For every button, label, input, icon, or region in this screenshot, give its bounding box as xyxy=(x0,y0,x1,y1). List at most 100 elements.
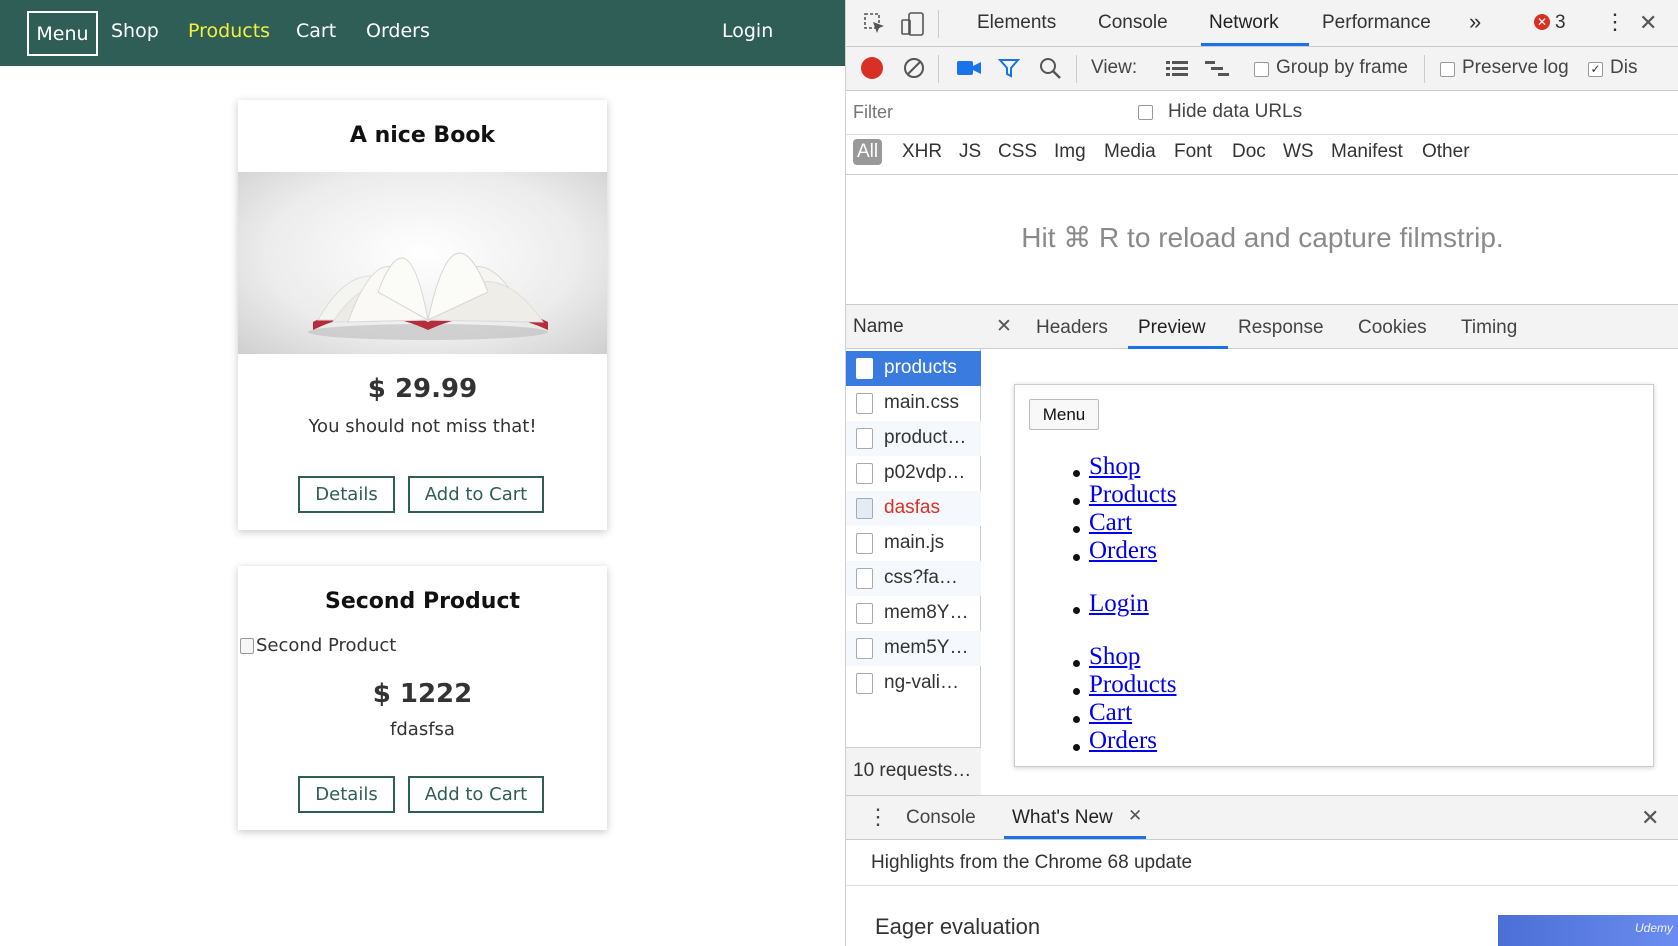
type-filter-other[interactable]: Other xyxy=(1422,141,1470,163)
type-filter-manifest[interactable]: Manifest xyxy=(1331,141,1403,163)
error-icon[interactable]: ✕ xyxy=(1534,14,1550,30)
file-icon xyxy=(856,428,873,449)
close-drawer-icon[interactable]: ✕ xyxy=(1641,805,1659,831)
broken-image: Second Product xyxy=(240,635,396,656)
disable-cache-checkbox[interactable]: ✓ xyxy=(1588,62,1603,77)
preview-link-cart[interactable]: Cart xyxy=(1089,509,1132,537)
preview-link-orders[interactable]: Orders xyxy=(1089,727,1157,755)
tab-elements[interactable]: Elements xyxy=(977,12,1056,34)
image-alt-text: Second Product xyxy=(256,635,397,656)
filter-input[interactable] xyxy=(853,98,1113,127)
product-card: A nice Book $ 29.99 You should not miss … xyxy=(238,100,607,530)
nav-link-shop[interactable]: Shop xyxy=(111,20,159,42)
drawer-tab-console[interactable]: Console xyxy=(906,807,976,829)
preserve-log-checkbox[interactable] xyxy=(1440,62,1455,77)
preview-link-login[interactable]: Login xyxy=(1089,590,1149,618)
request-row[interactable]: css?fa… xyxy=(846,561,981,596)
request-row[interactable]: mem8Y… xyxy=(846,596,981,631)
add-to-cart-button[interactable]: Add to Cart xyxy=(408,776,544,813)
error-count[interactable]: 3 xyxy=(1555,12,1566,34)
drawer-tab-whats-new[interactable]: What's New xyxy=(1012,807,1113,829)
tab-response[interactable]: Response xyxy=(1238,317,1324,339)
tab-console[interactable]: Console xyxy=(1098,12,1168,34)
close-devtools-icon[interactable]: ✕ xyxy=(1639,10,1657,36)
capture-screenshots-icon[interactable] xyxy=(956,59,982,77)
tab-preview[interactable]: Preview xyxy=(1138,317,1206,339)
rendered-html-preview: Menu Shop Products Cart Orders Login Sho… xyxy=(1014,384,1654,767)
nav-link-orders[interactable]: Orders xyxy=(366,20,430,42)
preview-link-products[interactable]: Products xyxy=(1089,481,1177,509)
product-description: fdasfsa xyxy=(390,719,455,740)
type-filter-xhr[interactable]: XHR xyxy=(902,141,942,163)
add-to-cart-button[interactable]: Add to Cart xyxy=(408,476,544,513)
file-icon xyxy=(856,673,873,694)
type-filter-ws[interactable]: WS xyxy=(1283,141,1314,163)
filmstrip-area: Hit ⌘ R to reload and capture filmstrip. xyxy=(846,175,1678,305)
preview-link-shop[interactable]: Shop xyxy=(1089,643,1140,671)
close-detail-icon[interactable]: ✕ xyxy=(996,315,1012,338)
request-row[interactable]: products xyxy=(846,351,981,386)
group-by-frame-checkbox[interactable] xyxy=(1254,62,1269,77)
name-column-header[interactable]: Name xyxy=(846,305,981,349)
preview-link-cart[interactable]: Cart xyxy=(1089,699,1132,727)
type-filter-media[interactable]: Media xyxy=(1104,141,1156,163)
type-filter-css[interactable]: CSS xyxy=(998,141,1037,163)
product-card: Second Product Second Product $ 1222 fda… xyxy=(238,566,607,830)
type-filter-js[interactable]: JS xyxy=(959,141,981,163)
product-image-book xyxy=(238,172,607,354)
tab-headers[interactable]: Headers xyxy=(1036,317,1108,339)
nav-link-login[interactable]: Login xyxy=(722,20,773,42)
request-row-failed[interactable]: dasfas xyxy=(846,491,981,526)
file-icon xyxy=(856,533,873,554)
request-row[interactable]: ng-vali… xyxy=(846,666,981,701)
drawer-menu-icon[interactable]: ⋮ xyxy=(867,804,889,830)
group-by-frame-label: Group by frame xyxy=(1276,57,1408,78)
details-button[interactable]: Details xyxy=(298,776,395,813)
preview-link-products[interactable]: Products xyxy=(1089,671,1177,699)
document-file-icon xyxy=(856,358,873,379)
product-price: $ 29.99 xyxy=(367,374,478,404)
product-title: A nice Book xyxy=(349,123,496,148)
preview-menu-button: Menu xyxy=(1029,399,1099,430)
tab-performance[interactable]: Performance xyxy=(1322,12,1431,34)
product-description: You should not miss that! xyxy=(308,416,537,437)
record-button-icon[interactable] xyxy=(861,57,883,79)
preview-link-orders[interactable]: Orders xyxy=(1089,537,1157,565)
active-drawer-tab-indicator xyxy=(1004,836,1146,839)
more-tabs-chevron-icon[interactable]: » xyxy=(1469,9,1481,35)
devtools-panel: Elements Console Network Performance » ✕… xyxy=(845,0,1678,946)
hide-data-urls-checkbox[interactable] xyxy=(1138,105,1153,120)
nav-link-cart[interactable]: Cart xyxy=(296,20,336,42)
tab-timing[interactable]: Timing xyxy=(1461,317,1517,339)
type-filter-all[interactable]: All xyxy=(853,139,883,165)
search-icon[interactable] xyxy=(1038,56,1062,80)
device-toolbar-icon[interactable] xyxy=(900,11,926,37)
request-row[interactable]: mem5Y… xyxy=(846,631,981,666)
large-rows-icon[interactable] xyxy=(1165,59,1189,79)
request-row[interactable]: product… xyxy=(846,421,981,456)
response-preview: Menu Shop Products Cart Orders Login Sho… xyxy=(981,349,1678,795)
preview-link-shop[interactable]: Shop xyxy=(1089,453,1140,481)
details-button[interactable]: Details xyxy=(298,476,395,513)
request-row[interactable]: main.js xyxy=(846,526,981,561)
type-filter-doc[interactable]: Doc xyxy=(1232,141,1266,163)
disable-cache-label: Dis xyxy=(1610,57,1638,78)
devtools-tabbar: Elements Console Network Performance » ✕… xyxy=(846,0,1678,47)
request-row[interactable]: p02vdp… xyxy=(846,456,981,491)
tab-network[interactable]: Network xyxy=(1209,12,1279,34)
filter-funnel-icon[interactable] xyxy=(997,56,1021,80)
type-filter-font[interactable]: Font xyxy=(1174,141,1212,163)
close-tab-icon[interactable]: ✕ xyxy=(1128,806,1142,826)
nav-link-products[interactable]: Products xyxy=(188,20,270,42)
request-row[interactable]: main.css xyxy=(846,386,981,421)
menu-button[interactable]: Menu xyxy=(27,11,98,56)
waterfall-overview-icon[interactable] xyxy=(1204,59,1230,79)
tab-cookies[interactable]: Cookies xyxy=(1358,317,1427,339)
clear-icon[interactable] xyxy=(902,56,926,80)
hide-data-urls-label: Hide data URLs xyxy=(1168,101,1303,122)
product-title: Second Product xyxy=(324,589,521,614)
inspect-element-icon[interactable] xyxy=(863,12,887,36)
kebab-menu-icon[interactable]: ⋮ xyxy=(1604,9,1626,35)
type-filter-img[interactable]: Img xyxy=(1054,141,1086,163)
watermark-text: Udemy xyxy=(1634,921,1673,935)
